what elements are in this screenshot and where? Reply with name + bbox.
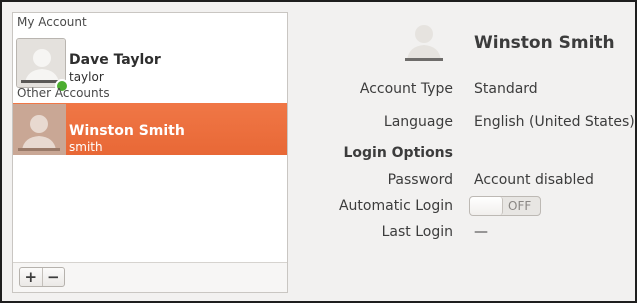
user-row-dave-taylor[interactable]: Dave Taylor taylor <box>13 35 287 93</box>
last-login-value: — <box>474 224 488 240</box>
automatic-login-toggle[interactable]: OFF <box>469 196 541 216</box>
account-type-value[interactable]: Standard <box>474 81 538 97</box>
user-accounts-window: My Account Dave Taylor taylor Other Acco… <box>0 0 637 303</box>
language-label: Language <box>383 114 453 130</box>
my-account-header: My Account <box>17 15 87 29</box>
user-login: smith <box>69 140 103 154</box>
selected-user-avatar-icon[interactable] <box>404 20 444 64</box>
user-row-winston-smith[interactable]: Winston Smith smith <box>13 103 287 155</box>
user-name: Dave Taylor <box>69 52 161 68</box>
language-value[interactable]: English (United States) <box>474 114 635 130</box>
last-login-label: Last Login <box>381 224 453 240</box>
user-name: Winston Smith <box>69 123 185 139</box>
automatic-login-label: Automatic Login <box>338 198 453 214</box>
password-value[interactable]: Account disabled <box>474 172 594 188</box>
toggle-knob <box>470 197 503 215</box>
add-user-button[interactable]: + <box>20 268 42 286</box>
account-type-label: Account Type <box>359 81 453 97</box>
login-options-heading: Login Options <box>343 145 453 161</box>
other-accounts-header: Other Accounts <box>17 86 110 100</box>
user-list-sidebar: My Account Dave Taylor taylor Other Acco… <box>12 12 288 293</box>
toggle-state-text: OFF <box>508 199 532 213</box>
add-remove-button-group: + − <box>19 267 65 287</box>
selected-user-name[interactable]: Winston Smith <box>474 33 615 53</box>
remove-user-button[interactable]: − <box>41 268 65 286</box>
user-avatar-icon <box>13 104 66 155</box>
password-label: Password <box>387 172 453 188</box>
user-list-toolbar: + − <box>13 262 287 292</box>
user-login: taylor <box>69 70 104 84</box>
